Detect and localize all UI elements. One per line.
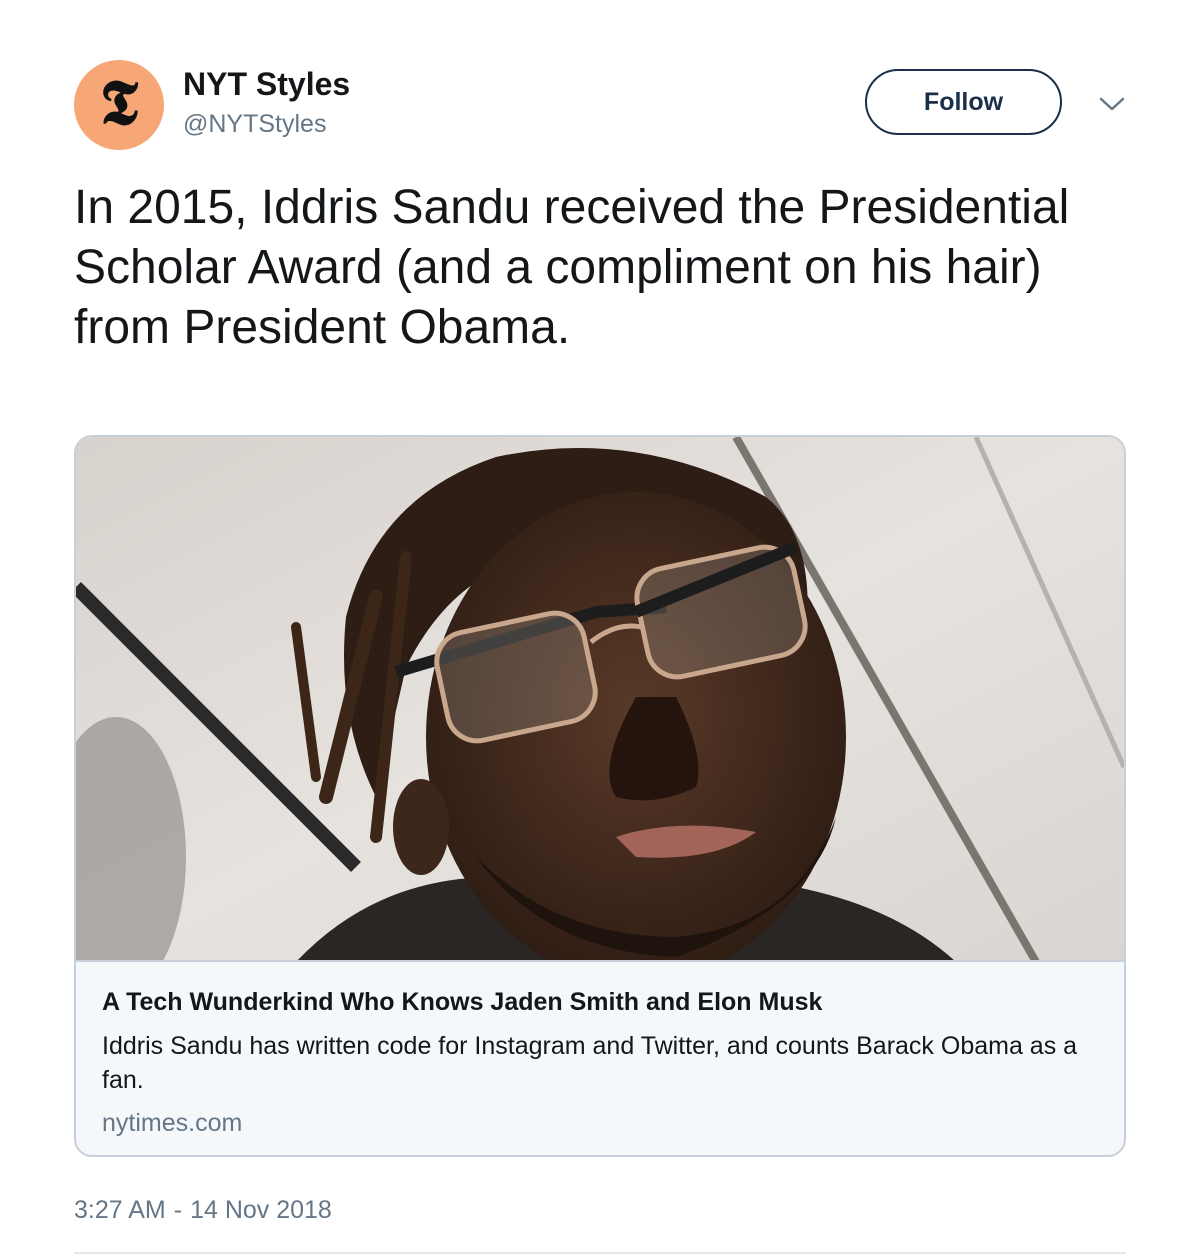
timestamp-time: 3:27 AM — [74, 1196, 166, 1224]
card-title[interactable]: A Tech Wunderkind Who Knows Jaden Smith … — [102, 987, 1102, 1017]
link-card[interactable]: A Tech Wunderkind Who Knows Jaden Smith … — [74, 435, 1126, 1157]
user-handle[interactable]: @NYTStyles — [183, 110, 326, 139]
avatar[interactable]: 𝕿 — [74, 60, 164, 150]
timestamp-separator: - — [173, 1196, 183, 1224]
nyt-logo-icon: 𝕿 — [99, 66, 139, 139]
divider — [74, 1252, 1126, 1254]
follow-button[interactable]: Follow — [865, 69, 1062, 135]
timestamp-date: 14 Nov 2018 — [190, 1196, 332, 1224]
card-description: Iddris Sandu has written code for Instag… — [102, 1032, 1078, 1094]
tweet: 𝕿 NYT Styles @NYTStyles Follow In 2015, … — [0, 0, 1200, 1255]
tweet-text: In 2015, Iddris Sandu received the Presi… — [74, 181, 1070, 354]
display-name[interactable]: NYT Styles — [183, 66, 350, 103]
card-image[interactable] — [76, 437, 1124, 962]
card-body[interactable]: A Tech Wunderkind Who Knows Jaden Smith … — [102, 987, 1102, 1139]
timestamp[interactable]: 3:27 AM -14 Nov 2018 — [74, 1196, 332, 1225]
chevron-down-icon[interactable] — [1098, 92, 1126, 116]
card-domain: nytimes.com — [102, 1109, 243, 1137]
